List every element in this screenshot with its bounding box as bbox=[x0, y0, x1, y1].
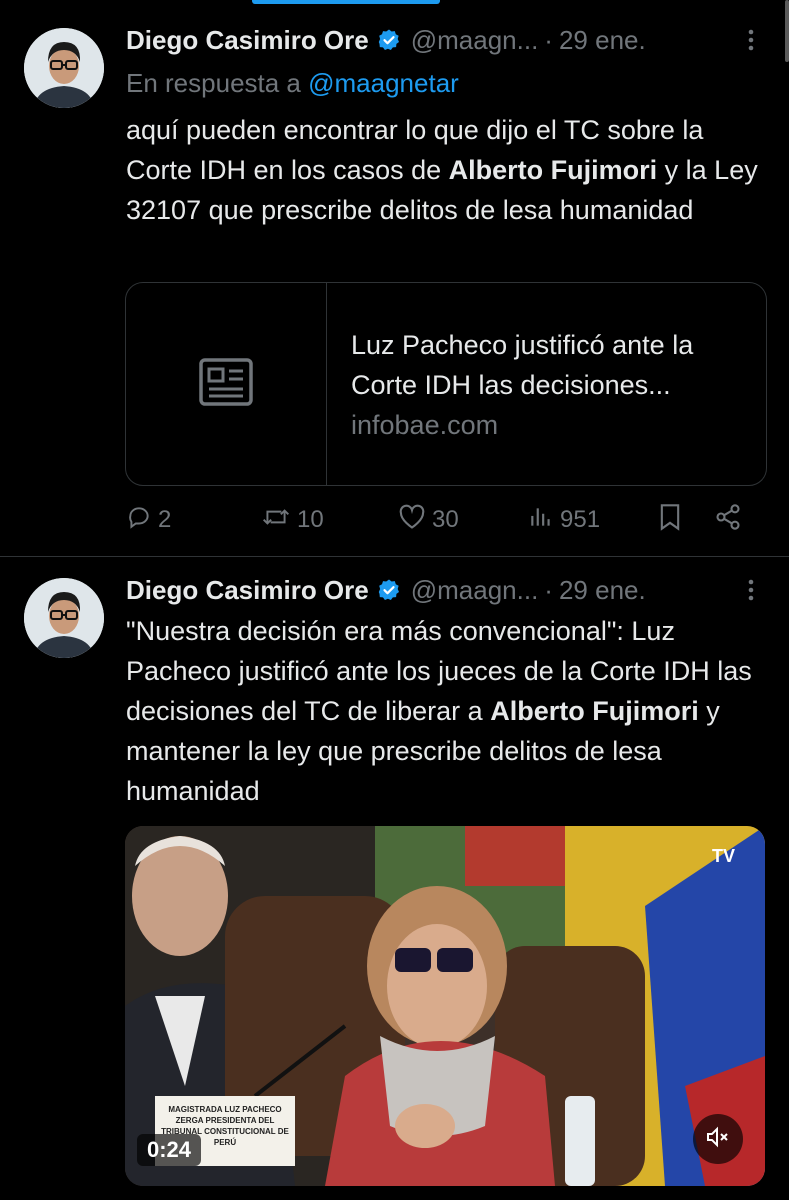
heart-icon bbox=[398, 504, 426, 537]
reply-icon bbox=[126, 504, 152, 537]
avatar[interactable] bbox=[24, 578, 104, 658]
reply-count: 2 bbox=[158, 506, 172, 533]
bookmark-icon bbox=[658, 503, 682, 538]
tweet-text-bold: Alberto Fujimori bbox=[490, 696, 699, 726]
verified-badge-icon bbox=[377, 578, 401, 602]
tweet-actions: 2 10 30 951 bbox=[126, 500, 759, 540]
tv-logo: TV bbox=[711, 846, 735, 866]
share-button[interactable] bbox=[714, 503, 742, 538]
repost-button[interactable]: 10 bbox=[261, 504, 398, 537]
separator-dot: · bbox=[544, 574, 553, 605]
like-button[interactable]: 30 bbox=[398, 504, 528, 537]
link-card-domain: infobae.com bbox=[351, 410, 499, 440]
replying-prefix: En respuesta a bbox=[126, 68, 301, 98]
reply-button[interactable]: 2 bbox=[126, 504, 261, 537]
news-article-icon bbox=[199, 357, 253, 411]
views-button[interactable]: 951 bbox=[528, 504, 658, 537]
separator-dot: · bbox=[544, 24, 553, 55]
bookmark-button[interactable] bbox=[658, 503, 714, 538]
repost-count: 10 bbox=[297, 506, 324, 533]
tweet-text: "Nuestra decisión era más convencional":… bbox=[126, 611, 766, 811]
more-options-icon[interactable] bbox=[737, 26, 765, 54]
video-timestamp: 0:24 bbox=[137, 1134, 202, 1166]
tweet-date[interactable]: 29 ene. bbox=[559, 575, 646, 606]
tweet[interactable]: Diego Casimiro Ore @maagn... · 29 ene. E… bbox=[0, 0, 789, 556]
avatar[interactable] bbox=[24, 28, 104, 108]
link-card-thumbnail bbox=[126, 283, 327, 485]
replying-handle-link[interactable]: @maagnetar bbox=[308, 68, 459, 98]
link-card[interactable]: Luz Pacheco justificó ante la Corte IDH … bbox=[125, 282, 767, 486]
author-name[interactable]: Diego Casimiro Ore bbox=[126, 575, 369, 606]
mute-button[interactable] bbox=[693, 1114, 743, 1164]
volume-muted-icon bbox=[705, 1125, 731, 1154]
views-chart-icon bbox=[528, 504, 554, 537]
view-count: 951 bbox=[560, 506, 601, 533]
share-icon bbox=[714, 503, 742, 538]
author-name[interactable]: Diego Casimiro Ore bbox=[126, 25, 369, 56]
tweet-header: Diego Casimiro Ore @maagn... · 29 ene. bbox=[126, 20, 769, 60]
author-handle[interactable]: @maagn... bbox=[411, 575, 539, 606]
like-count: 30 bbox=[432, 506, 459, 533]
tweet-text: aquí pueden encontrar lo que dijo el TC … bbox=[126, 110, 766, 230]
replying-to: En respuesta a @maagnetar bbox=[126, 68, 459, 99]
tweet-date[interactable]: 29 ene. bbox=[559, 25, 646, 56]
link-card-title: Luz Pacheco justificó ante la Corte IDH … bbox=[351, 330, 694, 400]
tweet-header: Diego Casimiro Ore @maagn... · 29 ene. bbox=[126, 570, 769, 610]
repost-icon bbox=[261, 504, 291, 537]
more-options-icon[interactable] bbox=[737, 576, 765, 604]
verified-badge-icon bbox=[377, 28, 401, 52]
video-player[interactable]: MAGISTRADA LUZ PACHECO ZERGA PRESIDENTA … bbox=[125, 826, 765, 1186]
tweet-text-bold: Alberto Fujimori bbox=[448, 155, 658, 185]
author-handle[interactable]: @maagn... bbox=[411, 25, 539, 56]
